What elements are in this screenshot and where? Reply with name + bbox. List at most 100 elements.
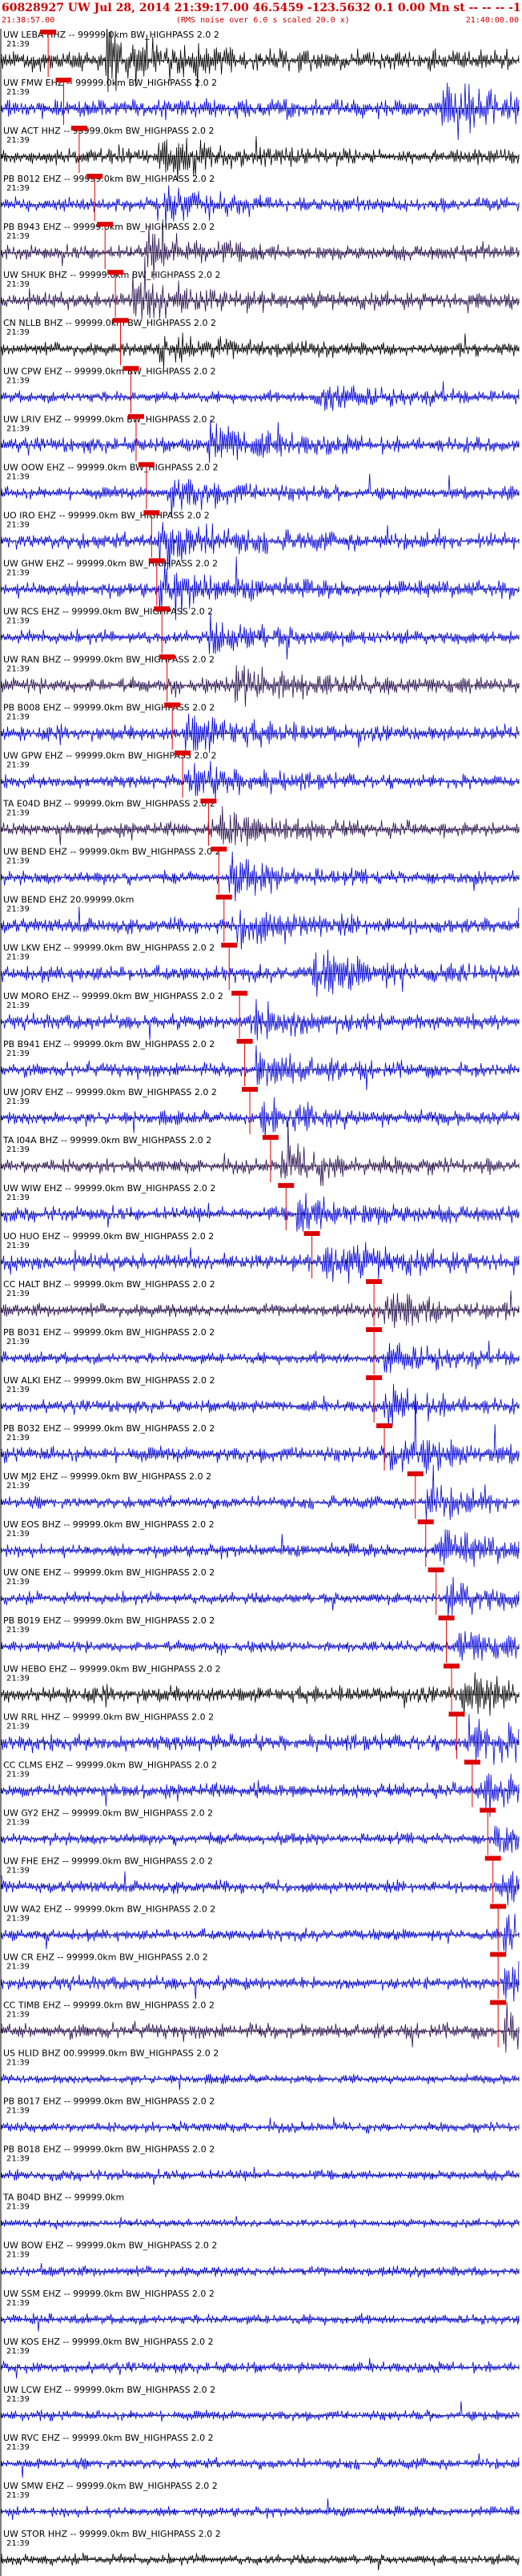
trace-label: UW LKW EHZ -- 99999.0km BW_HIGHPASS 2.0 …: [3, 943, 215, 953]
trace-label: UW FMW EHZ -- 99999.0km BW_HIGHPASS 2.0 …: [3, 78, 217, 88]
trace-time-label: 21:39: [6, 1049, 30, 1058]
trace-time-label: 21:39: [6, 1434, 30, 1442]
end-time: 21:40:00.00: [465, 16, 519, 25]
trace-label: CC HALT BHZ -- 99999.0km BW_HIGHPASS 2.0…: [3, 1279, 215, 1290]
trace-label: PB B032 EHZ -- 99999.0km BW_HIGHPASS 2.0…: [3, 1423, 215, 1434]
trace-time-label: 21:39: [6, 1722, 30, 1731]
trace-time-label: 21:39: [6, 40, 30, 49]
trace-time-label: 21:39: [6, 1866, 30, 1875]
trace-row: CC TIMB EHZ -- 99999.0km BW_HIGHPASS 2.0…: [1, 2000, 520, 2053]
trace-label: PB B031 EHZ -- 99999.0km BW_HIGHPASS 2.0…: [3, 1327, 215, 1338]
trace-row: UW WA2 EHZ -- 99999.0km BW_HIGHPASS 2.0 …: [1, 1904, 520, 1954]
pick-marker: [70, 126, 87, 131]
pick-marker: [148, 558, 165, 564]
pick-marker: [448, 1711, 465, 1717]
trace-time-label: 21:39: [6, 88, 30, 97]
trace-time-label: 21:39: [6, 2491, 30, 2500]
waveform: [1, 1383, 520, 1427]
pick-marker: [97, 222, 114, 227]
trace-time-label: 21:39: [6, 1194, 30, 1202]
pick-marker: [143, 510, 160, 516]
rms-note: (RMS noise over 6.0 s scaled 20.0 x): [176, 16, 350, 25]
waveform: [1, 998, 520, 1041]
trace-row: UW GY2 EHZ -- 99999.0km BW_HIGHPASS 2.0 …: [1, 1808, 520, 1856]
trace-time-label: 21:39: [6, 713, 30, 722]
trace-label: PB B008 EHZ -- 99999.0km BW_HIGHPASS 2.0…: [3, 703, 215, 713]
trace-label: UO HUO EHZ -- 99999.0km BW_HIGHPASS 2.0 …: [3, 1231, 214, 1242]
trace-row: UW ONE EHZ -- 99999.0km BW_HIGHPASS 2.0 …: [1, 1567, 520, 1619]
trace-time-label: 21:39: [6, 2011, 30, 2020]
trace-row: UO HUO EHZ -- 99999.0km BW_HIGHPASS 2.0 …: [1, 1230, 520, 1284]
trace-label: TA I04A BHZ -- 99999.0km BW_HIGHPASS 2.0…: [2, 1135, 211, 1146]
waveform: [1, 1576, 520, 1619]
pick-marker: [175, 750, 191, 756]
waveform: [1, 1193, 520, 1232]
pick-marker: [366, 1327, 383, 1333]
pick-marker: [236, 1038, 253, 1044]
trace-label: CN NLLB BHZ -- 99999.0km BW_HIGHPASS 2.0…: [3, 318, 216, 328]
trace-label: CC CLMS EHZ -- 99999.0km BW_HIGHPASS 2.0…: [3, 1759, 217, 1770]
trace-time-label: 21:39: [6, 1963, 30, 1972]
waveform: [1, 664, 520, 707]
trace-label: UW CR EHZ -- 99999.0km BW_HIGHPASS 2.0 2: [3, 1952, 208, 1963]
pick-marker: [376, 1423, 393, 1429]
trace-row: PB B031 EHZ -- 99999.0km BW_HIGHPASS 2.0…: [1, 1327, 520, 1375]
trace-label: PB B018 EHZ -- 99999.0km BW_HIGHPASS 2.0…: [3, 2145, 215, 2155]
pick-marker: [444, 1663, 460, 1669]
trace-time-label: 21:39: [6, 1674, 30, 1683]
trace-time-label: 21:39: [6, 1578, 30, 1587]
waveform: [1, 2117, 520, 2134]
trace-time-label: 21:39: [6, 1818, 30, 1827]
trace-row: UW BEND EHZ 20.99999.0km21:39: [1, 894, 520, 950]
trace-time-label: 21:39: [6, 520, 30, 529]
trace-time-label: 21:39: [6, 2299, 30, 2308]
trace-row: UW GPW EHZ -- 99999.0km BW_HIGHPASS 2.0 …: [1, 750, 520, 800]
pick-marker: [159, 654, 175, 660]
pick-marker: [122, 366, 139, 371]
trace-time-label: 21:39: [6, 664, 30, 673]
trace-time-label: 21:39: [6, 1914, 30, 1923]
waveform: [1, 1913, 520, 1954]
trace-time-label: 21:39: [6, 616, 30, 625]
trace-time-label: 21:39: [6, 1146, 30, 1154]
pick-marker: [154, 606, 171, 612]
trace-time-label: 21:39: [6, 809, 30, 818]
trace-row: UW SHUK BHZ -- 99999.0km BW_HIGHPASS 2.0…: [1, 256, 520, 319]
pick-marker: [215, 894, 232, 900]
pick-marker: [428, 1567, 444, 1573]
trace-time-label: 21:39: [6, 2395, 30, 2404]
pick-marker: [407, 1471, 424, 1477]
trace-label: UW WIW EHZ -- 99999.0km BW_HIGHPASS 2.0 …: [3, 1183, 215, 1194]
trace-time-label: 21:39: [6, 2539, 30, 2548]
trace-label: UW HEBO EHZ -- 99999.0km BW_HIGHPASS 2.0…: [3, 1663, 221, 1674]
trace-row: UW HEBO EHZ -- 99999.0km BW_HIGHPASS 2.0…: [1, 1663, 520, 1717]
trace-time-label: 21:39: [6, 1097, 30, 1106]
waveform: [1, 806, 520, 847]
trace-time-label: 21:39: [6, 136, 30, 145]
pick-marker: [138, 462, 155, 467]
start-time: 21:38:57.00: [2, 16, 55, 25]
trace-row: UW SMW EHZ -- 99999.0km BW_HIGHPASS 2.0 …: [1, 2481, 520, 2520]
trace-row: PB B941 EHZ -- 99999.0km BW_HIGHPASS 2.0…: [1, 1038, 520, 1090]
trace-time-label: 21:39: [6, 905, 30, 914]
trace-row: TA E04D BHZ -- 99999.0km BW_HIGHPASS 2.0…: [1, 798, 520, 847]
trace-row: UW OOW EHZ -- 99999.0km BW_HIGHPASS 2.0 …: [1, 462, 520, 518]
trace-label: CC TIMB EHZ -- 99999.0km BW_HIGHPASS 2.0…: [3, 2000, 215, 2011]
trace-label: UW STOR HHZ -- 99999.0km BW_HIGHPASS 2.0…: [3, 2529, 221, 2539]
trace-row: US HLID BHZ 00.99999.0km BW_HIGHPASS 2.0…: [1, 2048, 520, 2090]
trace-time-label: 21:39: [6, 2347, 30, 2356]
pick-marker: [112, 318, 129, 323]
trace-label: UW CPW EHZ -- 99999.0km BW_HIGHPASS 2.0 …: [3, 366, 216, 376]
trace-label: UW ONE EHZ -- 99999.0km BW_HIGHPASS 2.0 …: [3, 1567, 215, 1578]
trace-row: PB B017 EHZ -- 99999.0km BW_HIGHPASS 2.0…: [1, 2097, 520, 2134]
trace-time-label: 21:39: [6, 2251, 30, 2260]
trace-time-label: 21:39: [6, 1386, 30, 1394]
trace-label: UW BEND EHZ -- 99999.0km BW_HIGHPASS 2.0…: [3, 847, 221, 857]
event-title: 60828927 UW Jul 28, 2014 21:39:17.00 46.…: [2, 2, 521, 14]
trace-row: PB B008 EHZ -- 99999.0km BW_HIGHPASS 2.0…: [1, 702, 520, 753]
trace-time-label: 21:39: [6, 2107, 30, 2116]
trace-label: UW RVC EHZ -- 99999.0km BW_HIGHPASS 2.0 …: [3, 2433, 214, 2443]
pick-marker: [303, 1230, 320, 1236]
trace-row: PB B019 EHZ -- 99999.0km BW_HIGHPASS 2.0…: [1, 1615, 520, 1663]
trace-row: PB B032 EHZ -- 99999.0km BW_HIGHPASS 2.0…: [1, 1397, 520, 1474]
